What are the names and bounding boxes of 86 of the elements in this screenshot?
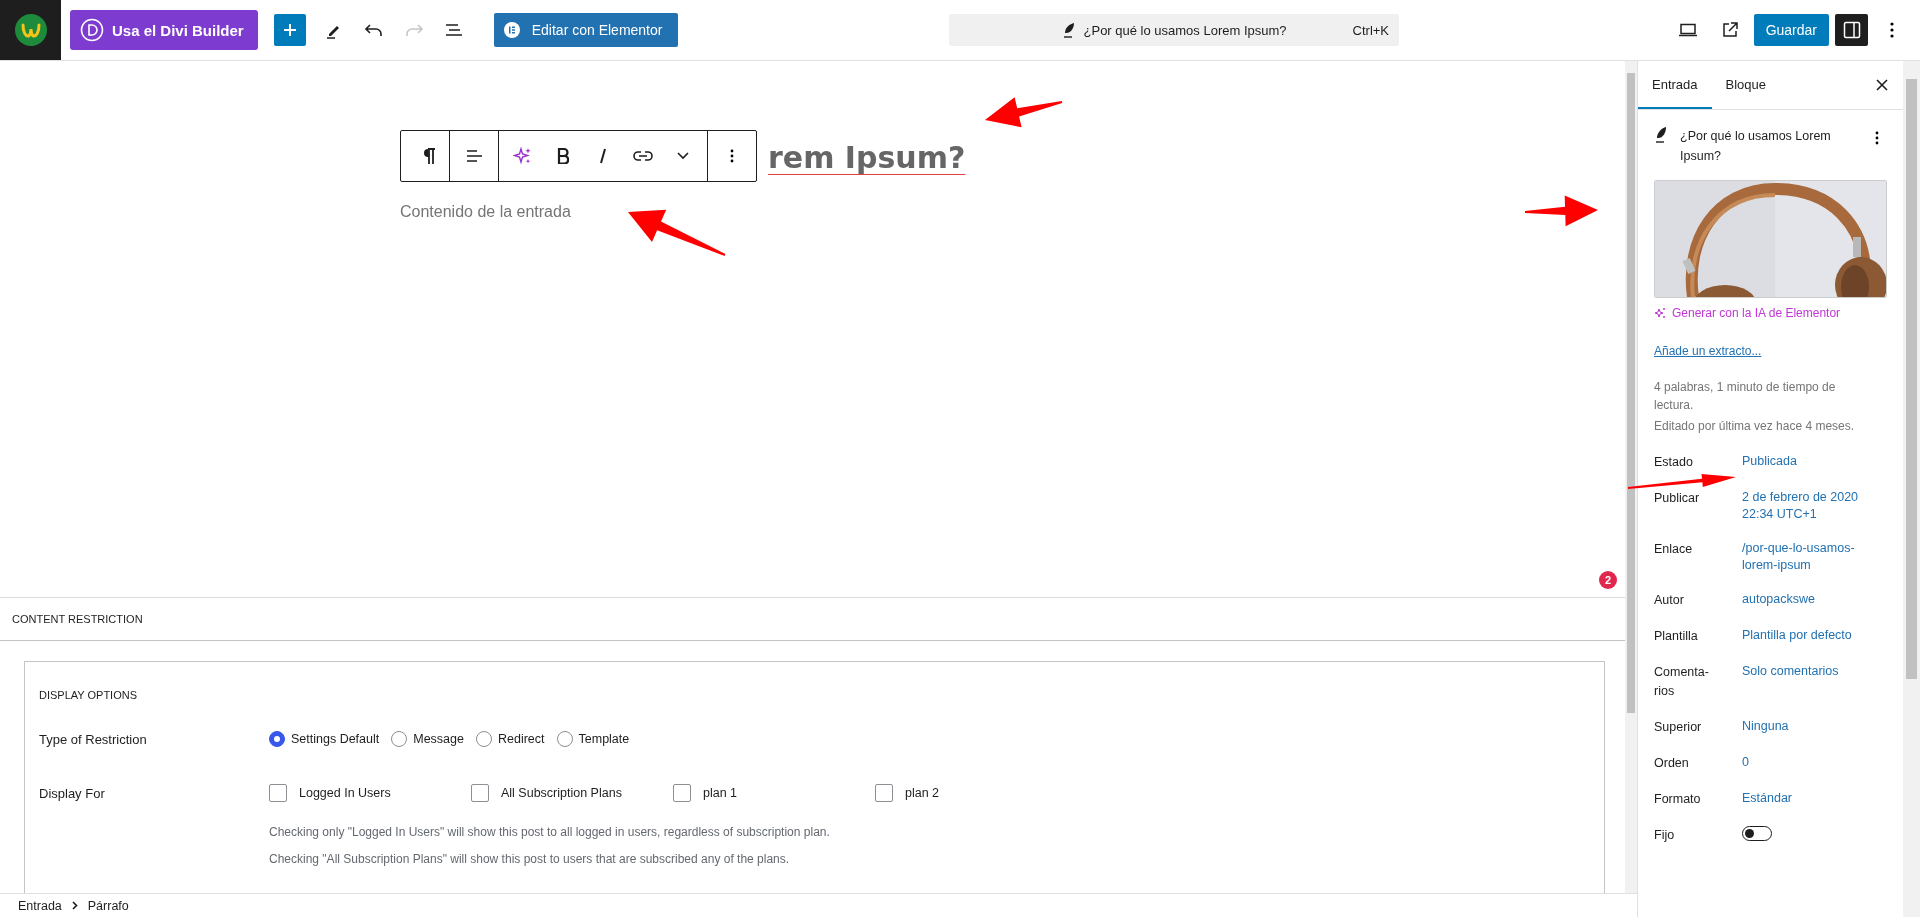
sidebar-tab[interactable]: Bloque bbox=[1711, 61, 1781, 109]
plus-icon bbox=[282, 23, 297, 37]
sidebar-tab[interactable]: Entrada bbox=[1638, 61, 1712, 109]
kebab-menu-icon bbox=[1890, 22, 1894, 38]
undo-icon bbox=[363, 22, 384, 38]
field-value-link[interactable]: Plantilla por defecto bbox=[1742, 627, 1862, 644]
field-label: Estado bbox=[1654, 454, 1694, 471]
notification-badge: 2 bbox=[1599, 571, 1617, 590]
field-label: Type of Restriction bbox=[39, 731, 148, 747]
align-left-icon bbox=[465, 148, 483, 164]
checkbox[interactable] bbox=[269, 784, 287, 803]
paragraph-placeholder[interactable]: Contenido de la entrada bbox=[400, 203, 966, 221]
settings-button[interactable] bbox=[1835, 14, 1868, 46]
field-label: Display For bbox=[39, 785, 106, 801]
elementor-logo-icon bbox=[503, 22, 520, 38]
link-icon bbox=[633, 150, 653, 162]
ai-generate-link[interactable]: Generar con la IA de Elementor bbox=[1654, 306, 1887, 320]
field-value-link[interactable]: /por-que-lo-usamos-lorem-ipsum bbox=[1742, 540, 1862, 574]
save-button[interactable]: Guardar bbox=[1753, 14, 1829, 46]
panel-title: CONTENT RESTRICTION bbox=[0, 598, 1625, 642]
chevron-down-icon bbox=[677, 152, 689, 160]
italic-icon bbox=[599, 148, 607, 164]
help-text: Checking "All Subscription Plans" will show this post to users that are subscribed any of the plans. bbox=[269, 851, 791, 869]
pilcrow-icon bbox=[422, 147, 436, 165]
field-value-link[interactable]: Ninguna bbox=[1742, 718, 1862, 735]
field-value-link[interactable]: Estándar bbox=[1742, 790, 1862, 807]
radio-option[interactable]: Redirect bbox=[476, 731, 545, 748]
divi-builder-button[interactable]: Usa el Divi Builder bbox=[70, 10, 258, 50]
checkbox[interactable] bbox=[875, 784, 893, 803]
command-bar[interactable]: ¿Por qué lo usamos Lorem Ipsum? Ctrl+K bbox=[949, 14, 1400, 46]
field-label: Enlace bbox=[1654, 541, 1694, 558]
checkbox-option[interactable]: plan 1 bbox=[673, 784, 875, 803]
checkbox-option[interactable]: Logged In Users bbox=[269, 784, 471, 803]
field-label: Formato bbox=[1654, 791, 1702, 808]
section-title: DISPLAY OPTIONS bbox=[39, 688, 138, 704]
chevron-right-icon bbox=[71, 901, 78, 910]
sparkle-icon bbox=[513, 146, 533, 166]
post-stats-text: 4 palabras, 1 minuto de tiempo de lectura. bbox=[1654, 379, 1837, 414]
excerpt-link[interactable]: Añade un extracto... bbox=[1654, 344, 1762, 358]
field-label: Autor bbox=[1654, 592, 1685, 609]
post-title: ¿Por qué lo usamos Lorem Ipsum? bbox=[1680, 128, 1832, 165]
kebab-menu-icon bbox=[730, 149, 734, 163]
field-label: Fijo bbox=[1654, 827, 1676, 844]
breadcrumb-link[interactable]: Párrafo bbox=[83, 896, 133, 915]
field-label: Superior bbox=[1654, 719, 1703, 736]
external-link-icon bbox=[1720, 21, 1739, 39]
radio-option[interactable]: Message bbox=[391, 731, 464, 748]
elementor-button[interactable]: Editar con Elementor bbox=[493, 13, 679, 47]
scrollbar[interactable] bbox=[1903, 61, 1920, 917]
feather-icon bbox=[1061, 22, 1076, 38]
field-value-link[interactable]: 0 bbox=[1742, 754, 1862, 771]
radio-button[interactable] bbox=[269, 731, 285, 748]
kebab-menu-icon bbox=[1875, 131, 1879, 145]
field-label: Orden bbox=[1654, 755, 1690, 772]
sidebar-icon bbox=[1842, 21, 1861, 39]
logo-icon bbox=[13, 13, 48, 47]
scrollbar[interactable] bbox=[1625, 61, 1637, 893]
field-label: Publicar bbox=[1654, 490, 1701, 507]
field-value-link[interactable]: autopackswe bbox=[1742, 591, 1862, 608]
post-title: ¿Por qué lo usamos Lorem Ipsum? bbox=[1083, 22, 1287, 38]
list-view-icon bbox=[443, 22, 464, 38]
bold-icon bbox=[557, 148, 569, 164]
help-text: Checking only "Logged In Users" will show this post to all logged in users, regardless of subscription plan. bbox=[269, 824, 831, 842]
breadcrumb-link[interactable]: Entrada bbox=[14, 896, 66, 915]
checkbox[interactable] bbox=[471, 784, 489, 803]
site-logo[interactable] bbox=[0, 0, 61, 60]
sparkle-icon bbox=[1654, 307, 1666, 319]
laptop-icon bbox=[1677, 23, 1698, 37]
field-label: Plantilla bbox=[1654, 628, 1699, 645]
radio-option[interactable]: Settings Default bbox=[269, 731, 380, 748]
field-value-link[interactable]: 2 de febrero de 2020 22:34 UTC+1 bbox=[1742, 489, 1862, 523]
post-stats-text: Editado por última vez hace 4 meses. bbox=[1654, 418, 1856, 435]
field-value-link[interactable]: Solo comentarios bbox=[1742, 663, 1862, 680]
close-icon bbox=[1876, 79, 1888, 91]
field-value-link[interactable]: Publicada bbox=[1742, 453, 1862, 470]
add-block-button[interactable] bbox=[273, 14, 306, 46]
feather-icon bbox=[1654, 126, 1668, 144]
radio-option[interactable]: Template bbox=[556, 731, 630, 748]
checkbox-option[interactable]: All Subscription Plans bbox=[471, 784, 673, 803]
redo-icon bbox=[403, 22, 424, 38]
keyboard-shortcut: Ctrl+K bbox=[1352, 22, 1390, 38]
checkbox-option[interactable]: plan 2 bbox=[875, 784, 1077, 803]
post-title[interactable]: rem Ipsum? bbox=[768, 129, 966, 173]
checkbox[interactable] bbox=[673, 784, 691, 803]
divi-logo-icon bbox=[80, 18, 104, 42]
field-label: Comenta-rios bbox=[1654, 664, 1710, 700]
